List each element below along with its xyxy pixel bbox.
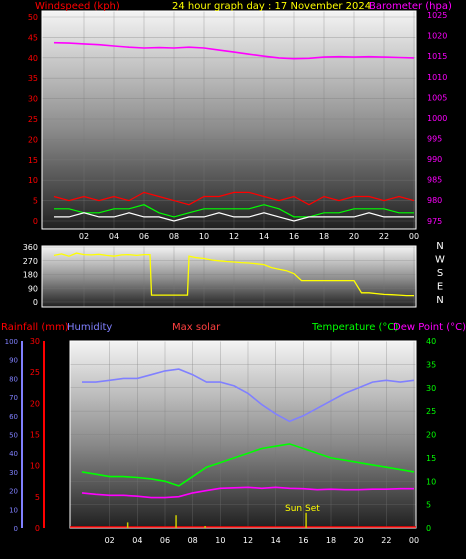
baro-y-tick: 1015	[427, 52, 447, 61]
dewpoint-label: Dew Point (°C)	[393, 322, 466, 333]
baro-y-tick: 975	[427, 217, 442, 226]
direction-y-tick: 270	[23, 257, 38, 266]
wind-y-tick: 0	[33, 217, 38, 226]
humidity-label: Humidity	[67, 322, 112, 333]
humidity-y-tick: 60	[9, 413, 18, 421]
wind-x-tick: 00	[409, 232, 419, 241]
humidity-y-tick: 70	[9, 394, 18, 402]
chart-title: 24 hour graph day : 17 November 2024	[172, 1, 371, 12]
baro-y-tick: 990	[427, 155, 442, 164]
temperature-label: Temperature (°C)	[311, 322, 398, 333]
wind-x-tick: 08	[169, 232, 179, 241]
humidity-y-tick: 90	[9, 357, 18, 365]
temp-y-tick: 35	[426, 360, 436, 369]
temp-y-tick: 5	[426, 501, 431, 510]
wind-x-tick: 14	[259, 232, 269, 241]
baro-y-tick: 985	[427, 176, 442, 185]
wind-x-tick: 04	[109, 232, 119, 241]
compass-label: S	[437, 268, 443, 279]
temp-x-tick: 06	[160, 536, 170, 545]
rain-y-tick: 10	[30, 462, 40, 471]
wind-y-tick: 5	[33, 197, 38, 206]
humidity-y-tick: 10	[9, 506, 18, 514]
baro-y-tick: 980	[427, 196, 442, 205]
temp-y-tick: 10	[426, 477, 436, 486]
temp-x-tick: 04	[132, 536, 142, 545]
temp-x-tick: 00	[409, 536, 419, 545]
direction-y-tick: 90	[28, 284, 38, 293]
baro-y-tick: 1020	[427, 32, 447, 41]
wind-y-tick: 25	[28, 115, 38, 124]
temp-x-tick: 10	[215, 536, 225, 545]
temp-x-tick: 22	[381, 536, 391, 545]
direction-panel-bg	[42, 246, 416, 307]
humidity-y-tick: 50	[9, 432, 18, 440]
direction-y-tick: 0	[33, 298, 38, 307]
direction-y-tick: 180	[23, 271, 38, 280]
baro-y-tick: 1000	[427, 114, 447, 123]
humidity-y-tick: 30	[9, 469, 18, 477]
wind-y-tick: 15	[28, 156, 38, 165]
direction-y-tick: 360	[23, 243, 38, 252]
temp-y-tick: 25	[426, 407, 436, 416]
barometer-label: Barometer (hpa)	[369, 1, 452, 12]
baro-y-tick: 1025	[427, 11, 447, 20]
temp-y-tick: 0	[426, 524, 431, 533]
baro-y-tick: 995	[427, 135, 442, 144]
rainfall-label: Rainfall (mm)	[1, 322, 69, 333]
wind-x-tick: 10	[199, 232, 209, 241]
wind-x-tick: 22	[379, 232, 389, 241]
temp-y-tick: 20	[426, 431, 436, 440]
compass-label: W	[435, 255, 445, 266]
wind-y-tick: 45	[28, 33, 38, 42]
weather-graph: 0 5 10 15 20 25 30 35 40 45 50 975 980 985 990 995 1000 1…	[0, 0, 466, 555]
compass-label: N	[436, 241, 443, 252]
rain-y-tick: 0	[35, 524, 40, 533]
humidity-y-tick: 20	[9, 488, 18, 496]
humidity-y-tick: 0	[14, 525, 18, 533]
rain-y-tick: 20	[30, 399, 40, 408]
rain-y-tick: 15	[30, 431, 40, 440]
compass-label: E	[437, 282, 443, 293]
rain-y-tick: 30	[30, 337, 40, 346]
temp-x-tick: 02	[105, 536, 115, 545]
wind-y-tick: 10	[28, 176, 38, 185]
temp-x-tick: 08	[188, 536, 198, 545]
temp-x-tick: 20	[354, 536, 364, 545]
rain-y-tick: 5	[35, 493, 40, 502]
compass-label: N	[436, 295, 443, 306]
sunset-annotation: Sun Set	[285, 504, 320, 514]
temp-y-tick: 40	[426, 337, 436, 346]
temp-x-tick: 14	[271, 536, 281, 545]
humidity-y-tick: 40	[9, 450, 18, 458]
humidity-y-tick: 100	[5, 338, 18, 346]
wind-x-tick: 18	[319, 232, 329, 241]
temp-x-tick: 18	[326, 536, 336, 545]
wind-y-tick: 20	[28, 135, 38, 144]
windspeed-label: Windspeed (kph)	[35, 1, 120, 12]
wind-x-tick: 02	[79, 232, 89, 241]
wind-y-tick: 35	[28, 74, 38, 83]
temp-x-tick: 16	[298, 536, 308, 545]
wind-y-tick: 30	[28, 95, 38, 104]
temp-x-tick: 12	[243, 536, 253, 545]
wind-y-tick: 50	[28, 13, 38, 22]
baro-y-tick: 1005	[427, 93, 447, 102]
wind-x-tick: 20	[349, 232, 359, 241]
temp-y-tick: 15	[426, 454, 436, 463]
max-solar-label: Max solar	[172, 322, 221, 333]
chart-canvas: 0510152025303540455097598098599099510001…	[1, 1, 466, 545]
wind-y-tick: 40	[28, 54, 38, 63]
humidity-y-tick: 80	[9, 375, 18, 383]
wind-x-tick: 12	[229, 232, 239, 241]
rain-y-tick: 25	[30, 368, 40, 377]
baro-y-tick: 1010	[427, 73, 447, 82]
wind-x-tick: 06	[139, 232, 149, 241]
temp-y-tick: 30	[426, 384, 436, 393]
wind-x-tick: 16	[289, 232, 299, 241]
